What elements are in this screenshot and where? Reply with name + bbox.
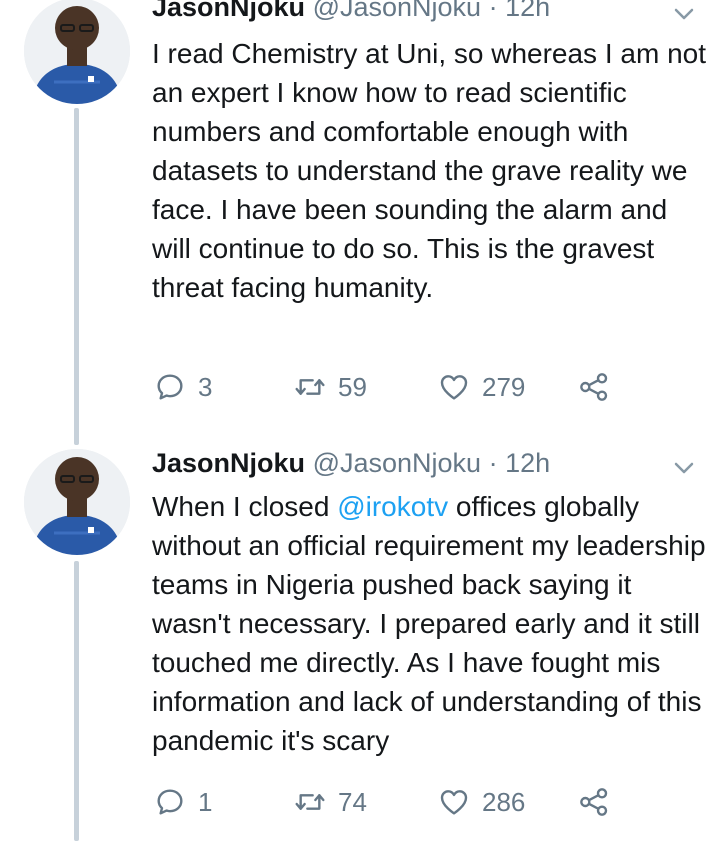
share-button[interactable] [578,367,610,407]
thread-line [74,561,79,841]
author-name[interactable]: JasonNjoku [152,448,305,478]
chevron-down-icon[interactable] [672,456,696,480]
retweet-icon [295,379,325,395]
avatar-image [24,449,130,555]
like-icon [440,375,468,400]
share-button[interactable] [578,782,610,822]
tweet-actions: 3 59 279 [154,367,674,407]
tweet-header: JasonNjoku @JasonNjoku · 12h [152,448,550,479]
tweet-actions: 1 74 286 [154,782,674,822]
reply-icon [157,789,183,815]
retweet-button[interactable]: 59 [294,367,367,407]
separator: · [488,448,498,478]
author-handle[interactable]: @JasonNjoku [313,0,482,22]
avatar-image [24,0,130,104]
author-name[interactable]: JasonNjoku [152,0,305,22]
share-icon [580,373,608,401]
reply-button[interactable]: 1 [154,782,212,822]
reply-button[interactable]: 3 [154,367,212,407]
thread-line [74,108,79,445]
reply-count: 1 [198,786,213,817]
retweet-count: 59 [338,371,367,402]
reply-count: 3 [198,371,213,402]
tweet-text: I read Chemistry at Uni, so whereas I am… [152,38,706,303]
tweet-text-part: offices globally without an official req… [152,491,706,756]
retweet-button[interactable]: 74 [294,782,367,822]
tweet-text-part: When I closed [152,491,338,522]
avatar[interactable] [24,449,130,555]
separator: · [488,0,498,22]
like-count: 286 [482,786,526,817]
like-count: 279 [482,371,526,402]
chevron-down-icon[interactable] [672,2,696,26]
tweet-text: When I closed @irokotv offices globally … [152,487,712,760]
reply-icon [157,374,183,400]
tweet-header: JasonNjoku @JasonNjoku · 12h [152,0,550,23]
tweet[interactable]: JasonNjoku @JasonNjoku · 12h When I clos… [0,445,720,841]
like-icon [440,790,468,815]
retweet-icon [295,794,325,810]
tweet[interactable]: JasonNjoku @JasonNjoku · 12h I read Chem… [0,0,720,445]
author-handle[interactable]: @JasonNjoku [313,448,482,478]
retweet-count: 74 [338,786,367,817]
share-icon [580,788,608,816]
like-button[interactable]: 286 [438,782,525,822]
like-button[interactable]: 279 [438,367,525,407]
avatar[interactable] [24,0,130,104]
timestamp[interactable]: 12h [505,448,550,478]
timestamp[interactable]: 12h [505,0,550,22]
mention-link[interactable]: @irokotv [337,491,448,522]
